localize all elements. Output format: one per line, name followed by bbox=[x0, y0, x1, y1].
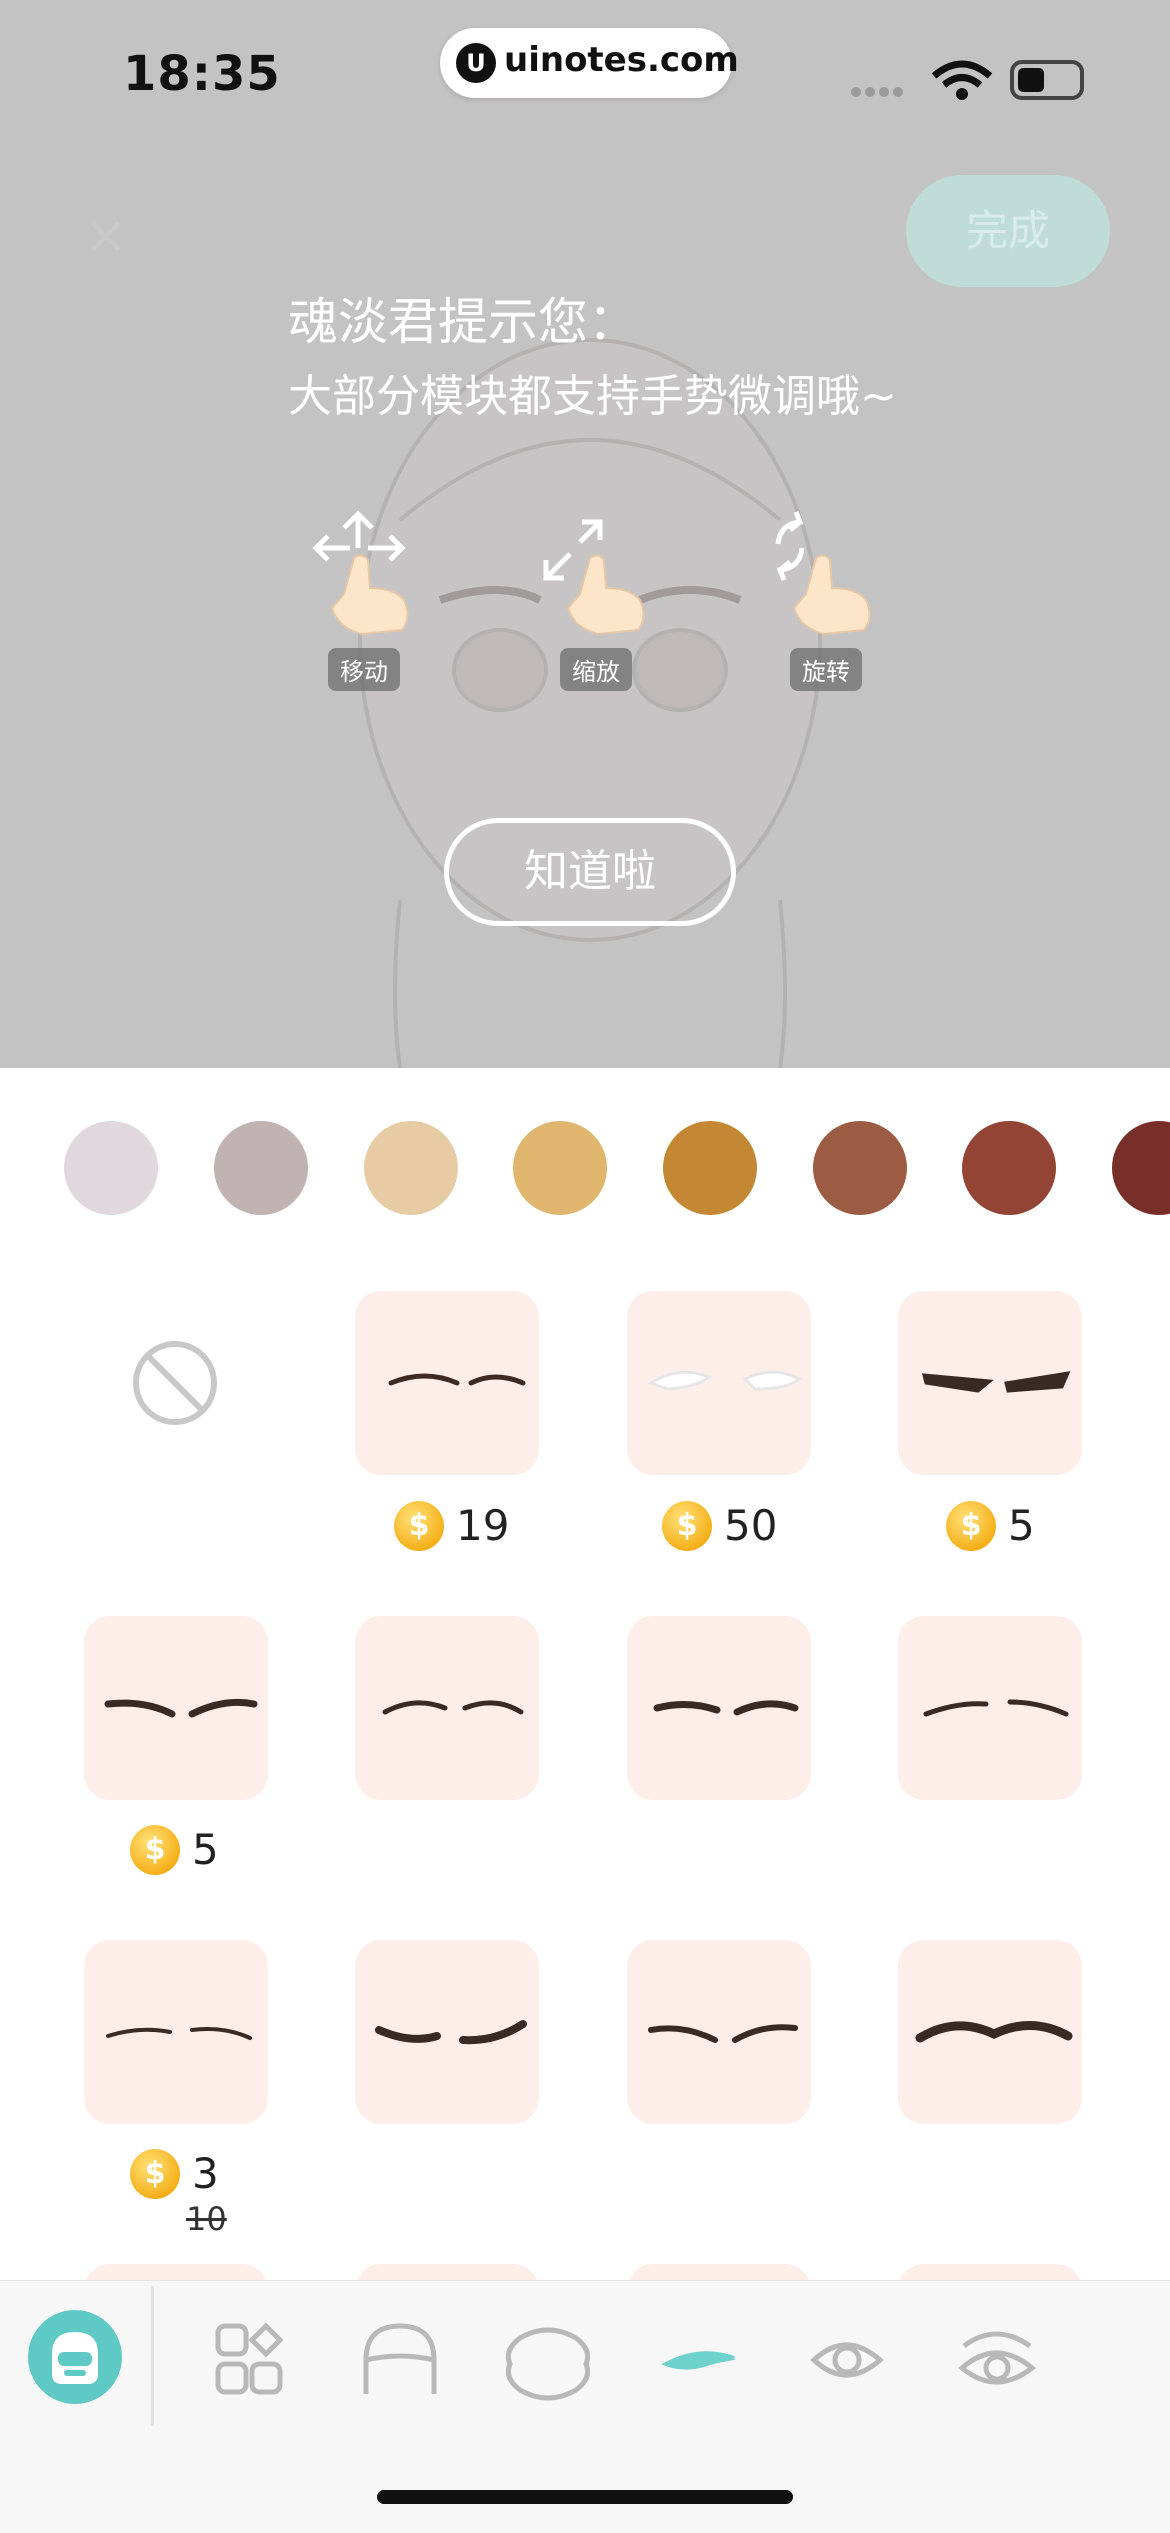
tip-title: 魂淡君提示您： bbox=[288, 293, 638, 351]
color-swatch[interactable] bbox=[663, 1121, 757, 1215]
eyebrow-preview-icon bbox=[104, 1698, 258, 1718]
eyebrow-item[interactable] bbox=[355, 1291, 539, 1475]
gesture-scale-label: 缩放 bbox=[560, 648, 632, 691]
none-icon bbox=[133, 1341, 217, 1425]
color-swatch[interactable] bbox=[1112, 1121, 1170, 1215]
eyebrow-item[interactable] bbox=[627, 1940, 811, 2124]
eyebrow-item[interactable] bbox=[898, 1291, 1082, 1475]
nav-icons bbox=[215, 2322, 1036, 2401]
eyebrow-preview-icon bbox=[375, 2020, 527, 2045]
eyebrow-item[interactable] bbox=[898, 1616, 1082, 1800]
nav-avatar-button[interactable] bbox=[28, 2310, 122, 2404]
eyebrow-preview-icon bbox=[915, 2021, 1073, 2043]
item-price: $5 bbox=[946, 1498, 1035, 1551]
status-time: 18:35 bbox=[123, 46, 281, 102]
face-shape-icon[interactable] bbox=[505, 2327, 591, 2401]
eyebrow-preview-icon bbox=[922, 1371, 1071, 1393]
eyebrow-item[interactable] bbox=[355, 1616, 539, 1800]
eyebrow-preview-icon bbox=[648, 2024, 798, 2043]
url-text: uinotes.com bbox=[504, 40, 739, 80]
home-indicator bbox=[377, 2490, 793, 2504]
eyebrow-preview-icon bbox=[653, 1700, 799, 1716]
item-price: $5 bbox=[130, 1822, 219, 1875]
color-swatch[interactable] bbox=[64, 1121, 158, 1215]
tip-body: 大部分模块都支持手势微调哦~ bbox=[288, 371, 897, 422]
item-price: $50 bbox=[662, 1498, 777, 1551]
eyebrow-item[interactable] bbox=[84, 1616, 268, 1800]
color-swatch[interactable] bbox=[513, 1121, 607, 1215]
eyebrow-item[interactable] bbox=[898, 1940, 1082, 2124]
no-eyebrow-option[interactable] bbox=[130, 1338, 220, 1428]
coin-icon: $ bbox=[946, 1500, 996, 1551]
close-icon[interactable]: × bbox=[84, 210, 128, 262]
eyebrow-preview-icon bbox=[647, 1370, 802, 1391]
apps-grid-icon[interactable] bbox=[215, 2322, 284, 2395]
hair-icon[interactable] bbox=[363, 2323, 437, 2394]
coin-icon: $ bbox=[394, 1500, 444, 1551]
eye-lash-icon[interactable] bbox=[958, 2331, 1036, 2385]
eyebrows-icon[interactable] bbox=[661, 2351, 735, 2370]
eyebrow-item[interactable] bbox=[627, 1291, 811, 1475]
gesture-rotate-label: 旋转 bbox=[790, 648, 862, 691]
color-swatch[interactable] bbox=[214, 1121, 308, 1215]
avatar-icon bbox=[52, 2332, 98, 2384]
eyebrow-item[interactable] bbox=[627, 1616, 811, 1800]
gesture-scale: 缩放 bbox=[526, 508, 666, 691]
coin-icon: $ bbox=[130, 1824, 180, 1875]
rotate-hand-icon bbox=[775, 511, 871, 636]
original-price: 10 bbox=[186, 2200, 227, 2238]
item-price: $3 bbox=[130, 2146, 219, 2199]
gesture-move: 移动 bbox=[294, 508, 434, 691]
item-price: $19 bbox=[394, 1498, 509, 1551]
eyebrow-preview-icon bbox=[388, 1373, 526, 1386]
eyebrow-item[interactable] bbox=[84, 1940, 268, 2124]
got-it-button[interactable]: 知道啦 bbox=[444, 818, 736, 926]
nav-divider bbox=[151, 2286, 154, 2426]
eyebrow-preview-icon bbox=[106, 2027, 252, 2040]
eyebrow-preview-icon bbox=[923, 1699, 1069, 1717]
gesture-rotate: 旋转 bbox=[756, 508, 896, 691]
eyebrow-item[interactable] bbox=[355, 1940, 539, 2124]
color-swatch[interactable] bbox=[364, 1121, 458, 1215]
done-button[interactable]: 完成 bbox=[906, 175, 1110, 287]
scale-hand-icon bbox=[543, 519, 645, 636]
eye-icon[interactable] bbox=[810, 2342, 884, 2378]
signal-wifi-battery-icon bbox=[851, 60, 1084, 100]
move-hand-icon bbox=[312, 510, 409, 636]
eyebrow-preview-icon bbox=[382, 1700, 524, 1715]
gesture-move-label: 移动 bbox=[328, 648, 400, 691]
coin-icon: $ bbox=[130, 2148, 180, 2199]
coin-icon: $ bbox=[662, 1500, 712, 1551]
color-swatch[interactable] bbox=[962, 1121, 1056, 1215]
site-logo-icon: U bbox=[456, 43, 496, 83]
color-swatch[interactable] bbox=[813, 1121, 907, 1215]
url-pill[interactable]: U uinotes.com bbox=[440, 28, 739, 98]
status-icons bbox=[848, 52, 1088, 106]
